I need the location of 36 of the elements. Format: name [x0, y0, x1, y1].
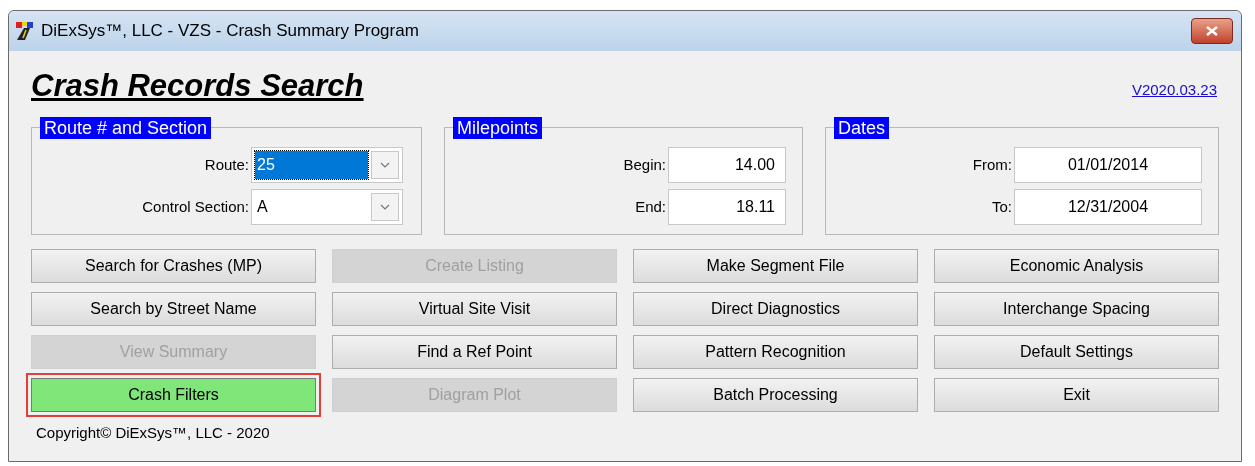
chevron-down-icon: [380, 204, 390, 210]
input-field[interactable]: 18.11: [668, 189, 786, 225]
close-button[interactable]: [1191, 18, 1233, 44]
field-label: Begin:: [623, 154, 666, 175]
input-field[interactable]: 01/01/2014: [1014, 147, 1202, 183]
version-link[interactable]: V2020.03.23: [1131, 78, 1217, 101]
action-button[interactable]: Interchange Spacing: [934, 292, 1219, 326]
field-label: From:: [972, 154, 1012, 175]
input-field[interactable]: 14.00: [668, 147, 786, 183]
action-button[interactable]: Exit: [934, 378, 1219, 412]
field-label: To:: [992, 196, 1012, 217]
action-button[interactable]: Default Settings: [934, 335, 1219, 369]
field-label: Control Section:: [142, 196, 249, 217]
action-button[interactable]: Batch Processing: [633, 378, 918, 412]
action-button[interactable]: Find a Ref Point: [332, 335, 617, 369]
input-field[interactable]: 12/31/2004: [1014, 189, 1202, 225]
action-button[interactable]: Direct Diagnostics: [633, 292, 918, 326]
group-legend: Route # and Section: [40, 117, 212, 139]
copyright-text: Copyright© DiExSys™, LLC - 2020: [36, 423, 271, 443]
group-legend: Milepoints: [453, 117, 543, 139]
action-button[interactable]: Make Segment File: [633, 249, 918, 283]
close-icon: [1206, 26, 1218, 36]
field-label: End:: [635, 196, 666, 217]
chevron-down-icon: [380, 162, 390, 168]
dropdown-field[interactable]: A: [251, 189, 403, 225]
action-button[interactable]: Search by Street Name: [31, 292, 316, 326]
field-label: Route:: [204, 154, 249, 175]
window-title: DiExSys™, LLC - VZS - Crash Summary Program: [41, 20, 419, 43]
action-button[interactable]: Pattern Recognition: [633, 335, 918, 369]
action-button[interactable]: Search for Crashes (MP): [31, 249, 316, 283]
dropdown-field[interactable]: 25: [251, 147, 403, 183]
app-logo-icon: [15, 21, 35, 41]
action-button[interactable]: Economic Analysis: [934, 249, 1219, 283]
page-heading: Crash Records Search: [31, 70, 364, 101]
action-button[interactable]: Virtual Site Visit: [332, 292, 617, 326]
group-legend: Dates: [834, 117, 890, 139]
